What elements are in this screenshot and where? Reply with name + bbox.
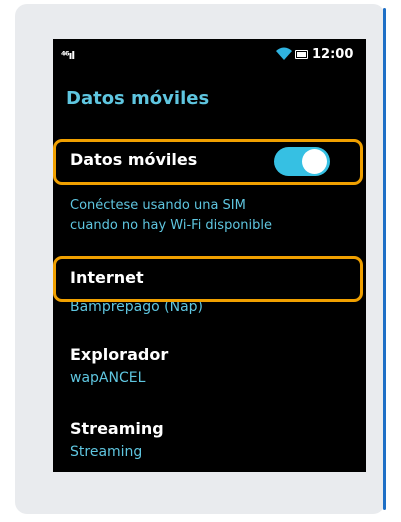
- streaming-value: Streaming: [70, 444, 143, 460]
- wifi-icon: [276, 47, 292, 60]
- status-bar: ⁴⁶ıl 12:00: [53, 39, 366, 71]
- frame-accent-bar: [383, 8, 386, 510]
- highlight-mobile-data: [53, 139, 363, 185]
- status-time: 12:00: [312, 47, 354, 62]
- explorer-label[interactable]: Explorador: [70, 345, 168, 364]
- explorer-value: wapANCEL: [70, 370, 146, 386]
- description-line-2: cuando no hay Wi-Fi disponible: [70, 218, 272, 233]
- page-title: Datos móviles: [66, 88, 210, 109]
- highlight-internet: [53, 256, 363, 302]
- streaming-label[interactable]: Streaming: [70, 419, 164, 438]
- description-line-1: Conéctese usando una SIM: [70, 198, 246, 213]
- battery-icon: [295, 50, 308, 59]
- signal-icon: ⁴⁶ıl: [61, 49, 75, 62]
- mobile-data-description: Conéctese usando una SIM cuando no hay W…: [70, 196, 272, 236]
